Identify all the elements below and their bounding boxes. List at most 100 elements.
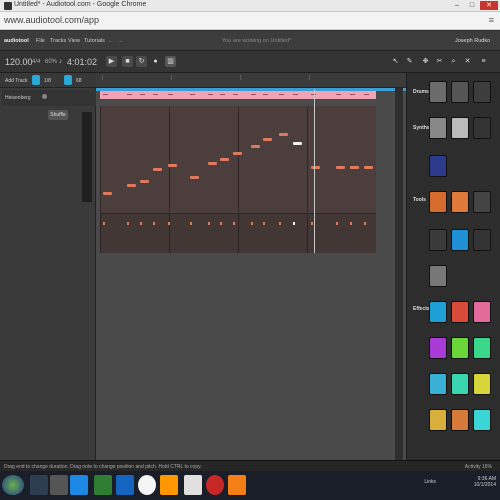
velocity-marker[interactable]: [293, 222, 295, 225]
velocity-marker[interactable]: [208, 222, 210, 225]
midi-note[interactable]: [279, 133, 288, 136]
device-tile[interactable]: [451, 337, 469, 359]
erase-tool-icon[interactable]: ✕: [462, 56, 473, 67]
zoom-tool-icon[interactable]: ⌕: [448, 56, 459, 67]
start-button-icon[interactable]: [2, 475, 24, 495]
device-tile[interactable]: [473, 337, 491, 359]
device-tile[interactable]: [451, 409, 469, 431]
device-tile[interactable]: [429, 229, 447, 251]
device-tile[interactable]: [473, 229, 491, 251]
device-tile[interactable]: [451, 81, 469, 103]
device-tile[interactable]: [473, 409, 491, 431]
midi-note[interactable]: [127, 184, 136, 187]
menu-view[interactable]: View: [68, 38, 80, 44]
velocity-marker[interactable]: [190, 222, 192, 225]
velocity-marker[interactable]: [364, 222, 366, 225]
velocity-icon[interactable]: 68: [76, 78, 82, 84]
midi-note[interactable]: [103, 192, 112, 195]
device-tile[interactable]: [429, 373, 447, 395]
device-tile[interactable]: [451, 117, 469, 139]
piano-keys[interactable]: [82, 112, 92, 202]
chrome-icon[interactable]: [138, 475, 156, 495]
vertical-scrollbar[interactable]: [395, 88, 403, 460]
taskbar-app4-icon[interactable]: [160, 475, 178, 495]
device-tile[interactable]: [473, 191, 491, 213]
device-tile[interactable]: [429, 117, 447, 139]
snap-icon[interactable]: [32, 75, 40, 85]
forward-icon[interactable]: →: [118, 38, 124, 44]
midi-note[interactable]: [263, 138, 272, 141]
velocity-marker[interactable]: [233, 222, 235, 225]
device-tile[interactable]: [429, 81, 447, 103]
taskbar-app7-icon[interactable]: [228, 475, 246, 495]
minimize-button[interactable]: –: [450, 1, 464, 10]
velocity-marker[interactable]: [168, 222, 170, 225]
pencil-tool-icon[interactable]: ✎: [404, 56, 415, 67]
velocity-marker[interactable]: [336, 222, 338, 225]
mixer-icon[interactable]: ▥: [165, 56, 176, 67]
taskbar-app1-icon[interactable]: [30, 475, 48, 495]
device-tile[interactable]: [429, 337, 447, 359]
device-tile[interactable]: [429, 301, 447, 323]
move-tool-icon[interactable]: ✥: [420, 56, 431, 67]
note-editor[interactable]: | | | |: [96, 73, 406, 460]
close-button[interactable]: ✕: [480, 1, 498, 10]
velocity-marker[interactable]: [311, 222, 313, 225]
close-track-icon[interactable]: [64, 75, 72, 85]
record-icon[interactable]: ●: [150, 56, 161, 67]
midi-note[interactable]: [311, 166, 320, 169]
device-tile[interactable]: [429, 409, 447, 431]
maximize-button[interactable]: □: [465, 1, 479, 10]
device-tile[interactable]: [451, 191, 469, 213]
timeline-ruler[interactable]: | | | |: [96, 73, 406, 88]
quantize-select[interactable]: 1/8: [44, 78, 51, 84]
taskbar-app2-icon[interactable]: [50, 475, 68, 495]
midi-note[interactable]: [336, 166, 345, 169]
midi-note[interactable]: [293, 142, 302, 145]
velocity-lane[interactable]: [100, 213, 376, 253]
loop-icon[interactable]: ↻: [136, 56, 147, 67]
device-tile[interactable]: [451, 229, 469, 251]
shuffle-button[interactable]: Shuffle: [48, 110, 68, 120]
device-tile[interactable]: [429, 265, 447, 287]
url-text[interactable]: www.audiotool.com/app: [4, 15, 99, 25]
device-tile[interactable]: [473, 117, 491, 139]
device-tile[interactable]: [451, 373, 469, 395]
pointer-tool-icon[interactable]: ↖: [390, 56, 401, 67]
velocity-marker[interactable]: [279, 222, 281, 225]
stop-button[interactable]: ■: [122, 56, 133, 67]
menu-tutorials[interactable]: Tutorials: [84, 38, 105, 44]
velocity-marker[interactable]: [127, 222, 129, 225]
midi-note[interactable]: [350, 166, 359, 169]
track-name[interactable]: Heisenberg: [5, 95, 31, 101]
velocity-marker[interactable]: [103, 222, 105, 225]
menu-tracks[interactable]: Tracks: [50, 38, 66, 44]
midi-note[interactable]: [190, 176, 199, 179]
midi-note[interactable]: [364, 166, 373, 169]
velocity-marker[interactable]: [153, 222, 155, 225]
midi-note[interactable]: [153, 168, 162, 171]
midi-note[interactable]: [233, 152, 242, 155]
midi-note[interactable]: [220, 158, 229, 161]
velocity-marker[interactable]: [251, 222, 253, 225]
device-tile[interactable]: [473, 373, 491, 395]
track-header[interactable]: Heisenberg: [2, 90, 96, 106]
midi-note[interactable]: [208, 162, 217, 165]
playhead[interactable]: [314, 89, 315, 253]
device-tile[interactable]: [429, 191, 447, 213]
device-tile[interactable]: [429, 155, 447, 177]
device-tile[interactable]: [451, 301, 469, 323]
piano-roll[interactable]: [100, 106, 376, 213]
midi-note[interactable]: [140, 180, 149, 183]
midi-note[interactable]: [251, 145, 260, 148]
midi-note[interactable]: [168, 164, 177, 167]
play-button[interactable]: ▶: [106, 56, 117, 67]
pattern-region[interactable]: [100, 91, 376, 99]
cut-tool-icon[interactable]: ✂: [434, 56, 445, 67]
device-tile[interactable]: [473, 301, 491, 323]
device-tile[interactable]: [473, 81, 491, 103]
mute-icon[interactable]: [42, 94, 47, 99]
taskbar-app5-icon[interactable]: [184, 475, 202, 495]
velocity-marker[interactable]: [140, 222, 142, 225]
menu-file[interactable]: File: [36, 38, 45, 44]
